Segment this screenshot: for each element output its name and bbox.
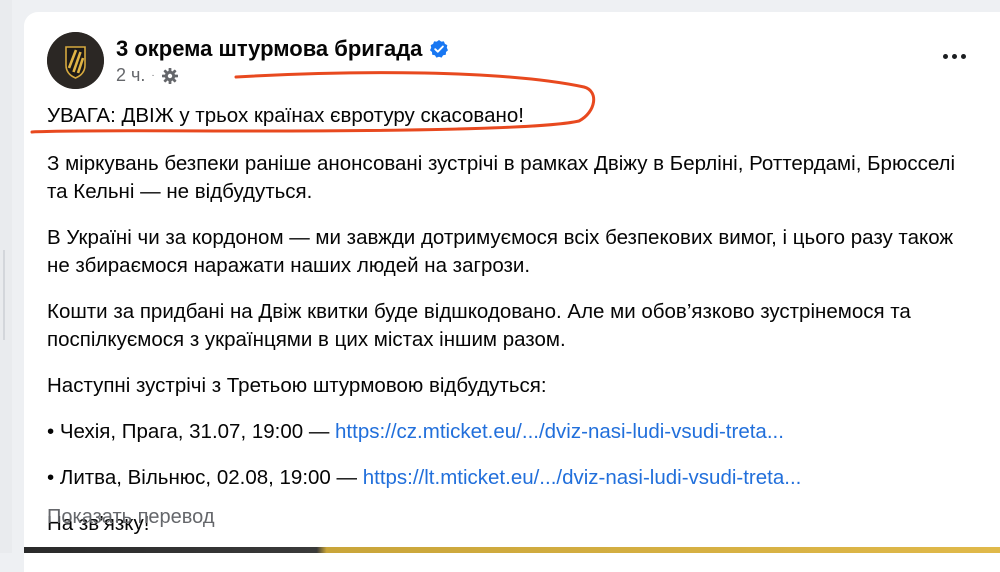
event-line: • Чехія, Прага, 31.07, 19:00 — https://c…: [47, 418, 977, 446]
show-translation-link[interactable]: Показать перевод: [47, 506, 215, 529]
post-paragraph: Кошти за придбані на Двіж квитки буде ві…: [47, 300, 911, 351]
meta-separator: ·: [151, 70, 155, 81]
facebook-post-card: 3 окрема штурмова бригада 2 ч. · УВАГА: …: [24, 12, 1000, 572]
gear-icon[interactable]: [161, 67, 179, 85]
post-paragraph: В Україні чи за кордоном — ми завжди дот…: [47, 226, 954, 277]
post-headline: УВАГА: ДВІЖ у трьох країнах євротуру ска…: [47, 104, 524, 127]
verified-badge-icon: [430, 40, 449, 58]
left-edge: [0, 0, 12, 553]
more-options-button[interactable]: [938, 46, 970, 66]
brigade-logo-icon: [47, 32, 104, 89]
post-paragraph: З міркувань безпеки раніше анонсовані зу…: [47, 152, 956, 203]
event-text: • Литва, Вільнюс, 02.08, 19:00 —: [47, 466, 363, 489]
post-timestamp[interactable]: 2 ч.: [116, 65, 145, 86]
ticket-link[interactable]: https://lt.mticket.eu/.../dviz-nasi-ludi…: [363, 466, 802, 489]
event-text: • Чехія, Прага, 31.07, 19:00 —: [47, 420, 336, 443]
event-line: • Литва, Вільнюс, 02.08, 19:00 — https:/…: [47, 464, 977, 492]
post-paragraph: Наступні зустрічі з Третьою штурмовою ві…: [47, 374, 547, 397]
page-avatar[interactable]: [47, 32, 104, 89]
page-name-row: 3 окрема штурмова бригада: [116, 36, 449, 62]
attached-image-edge: [24, 547, 1000, 553]
more-dot: [960, 53, 966, 59]
more-dot: [951, 53, 957, 59]
more-options-icon: [942, 53, 948, 59]
ticket-link[interactable]: https://cz.mticket.eu/.../dviz-nasi-ludi…: [335, 420, 784, 443]
post-meta: 2 ч. ·: [116, 65, 179, 86]
post-body: УВАГА: ДВІЖ у трьох країнах євротуру ска…: [47, 102, 977, 556]
page-name-link[interactable]: 3 окрема штурмова бригада: [116, 36, 422, 62]
